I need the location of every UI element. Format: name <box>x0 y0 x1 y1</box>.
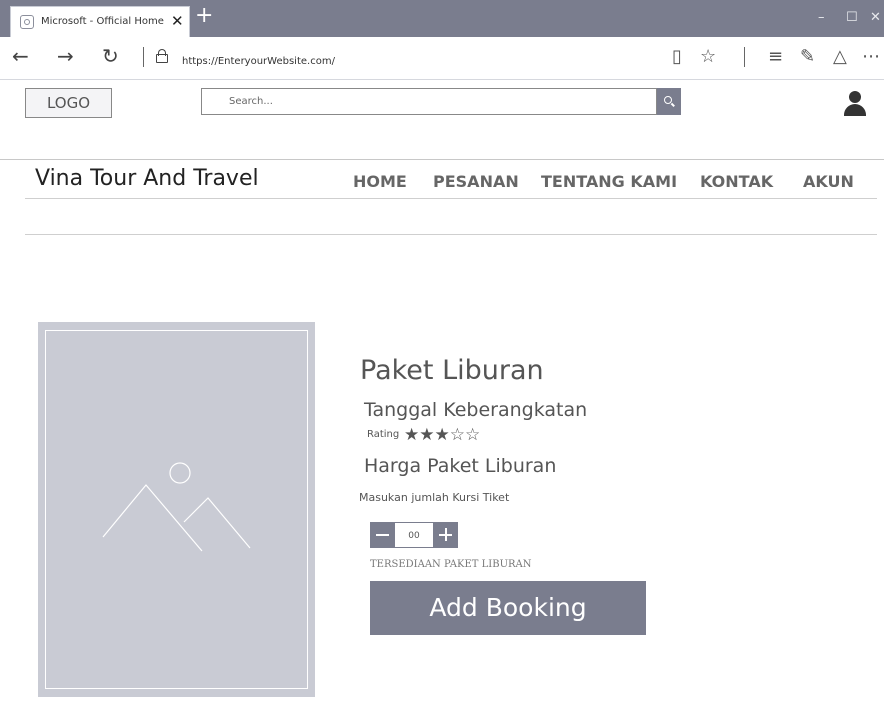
content-divider <box>25 234 877 235</box>
user-icon[interactable] <box>843 91 867 117</box>
more-icon[interactable]: ⋯ <box>862 47 880 67</box>
address-bar: ← → ↻ https://EnteryourWebsite.com/ ▯ ☆ … <box>0 37 884 80</box>
search-icon[interactable] <box>657 88 681 115</box>
browser-tab-bar: Microsoft - Official Home ✕ + – ☐ ✕ <box>0 0 884 37</box>
nav-item-pesanan[interactable]: PESANAN <box>433 172 519 191</box>
increase-quantity-button[interactable] <box>433 522 458 548</box>
back-arrow-icon[interactable]: ← <box>12 45 29 67</box>
nav-item-kontak[interactable]: KONTAK <box>700 172 773 191</box>
price-label: Harga Paket Liburan <box>364 455 557 477</box>
nav-item-home[interactable]: HOME <box>353 172 407 191</box>
web-note-icon[interactable]: ✎ <box>800 47 815 67</box>
new-tab-button[interactable]: + <box>195 3 213 29</box>
reading-view-icon[interactable]: ▯ <box>672 47 682 67</box>
forward-arrow-icon[interactable]: → <box>57 45 74 67</box>
star-empty-icon: ☆ <box>449 425 465 445</box>
browser-tab[interactable]: Microsoft - Official Home ✕ <box>10 6 190 37</box>
site-logo[interactable]: LOGO <box>25 88 112 118</box>
star-empty-icon: ☆ <box>465 425 481 445</box>
nav-divider <box>25 198 877 199</box>
quantity-input[interactable]: 00 <box>395 522 433 548</box>
maximize-icon[interactable]: ☐ <box>846 10 858 25</box>
favorite-star-icon[interactable]: ☆ <box>700 47 716 67</box>
toolbar-divider <box>744 47 745 67</box>
header-divider <box>0 159 884 160</box>
refresh-icon[interactable]: ↻ <box>102 45 119 67</box>
availability-text: TERSEDIAAN PAKET LIBURAN <box>370 559 532 570</box>
tab-close-icon[interactable]: ✕ <box>171 12 184 30</box>
add-booking-button[interactable]: Add Booking <box>370 581 646 635</box>
star-filled-icon: ★ <box>419 425 435 445</box>
decrease-quantity-button[interactable] <box>370 522 395 548</box>
tab-title: Microsoft - Official Home <box>41 16 164 27</box>
window-close-icon[interactable]: ✕ <box>870 10 881 25</box>
quantity-label: Masukan jumlah Kursi Tiket <box>359 491 510 504</box>
nav-item-tentang-kami[interactable]: TENTANG KAMI <box>541 172 677 191</box>
search-input[interactable]: Search... <box>201 88 657 115</box>
minimize-icon[interactable]: – <box>818 10 825 25</box>
rating-stars: ★★★☆☆ <box>404 425 480 445</box>
hub-icon[interactable]: ≡ <box>768 47 783 67</box>
departure-date-label: Tanggal Keberangkatan <box>364 399 588 421</box>
brand-name[interactable]: Vina Tour And Travel <box>35 166 259 191</box>
favicon-icon <box>20 15 34 29</box>
nav-item-akun[interactable]: AKUN <box>803 172 854 191</box>
address-divider <box>143 47 144 67</box>
url-field[interactable]: https://EnteryourWebsite.com/ <box>182 56 335 67</box>
lock-icon <box>156 49 168 63</box>
share-icon[interactable]: △ <box>833 47 847 67</box>
rating-label: Rating <box>367 429 400 440</box>
product-title: Paket Liburan <box>360 355 544 386</box>
image-placeholder-icon <box>102 462 251 552</box>
star-filled-icon: ★ <box>404 425 420 445</box>
star-filled-icon: ★ <box>434 425 450 445</box>
